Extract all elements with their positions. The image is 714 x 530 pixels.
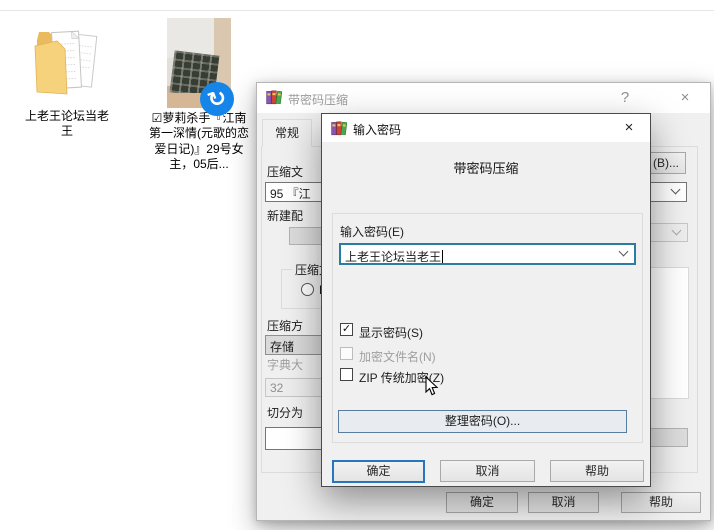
mouse-cursor — [425, 376, 439, 399]
enter-password-dialog: 输入密码 × 带密码压缩 输入密码(E) 上老王论坛当老王 ✓ 显示密码(S) … — [321, 113, 651, 487]
folder-icon — [30, 22, 104, 106]
main-cancel-button[interactable]: 取消 — [528, 492, 599, 513]
main-help-button[interactable]: 帮助 — [621, 492, 701, 513]
password-dialog-heading: 带密码压缩 — [322, 158, 650, 177]
desktop: { "glyphs": { "help": "?", "close": "×",… — [0, 0, 714, 530]
folder-label: 上老王论坛当老王 — [22, 109, 112, 140]
video-label: ☑萝莉杀手『江南第一深情(元歌的恋爱日记)』29号女主，05后... — [148, 111, 250, 172]
organize-passwords-button[interactable]: 整理密码(O)... — [338, 410, 627, 433]
close-icon[interactable]: × — [618, 118, 640, 138]
password-dialog-title: 输入密码 — [353, 121, 401, 138]
window-edge-divider — [0, 10, 714, 11]
desktop-video-item[interactable]: ↻ ☑萝莉杀手『江南第一深情(元歌的恋爱日记)』29号女主，05后... — [146, 18, 252, 172]
password-ok-button[interactable]: 确定 — [332, 460, 425, 483]
text-caret — [442, 250, 443, 263]
zip-legacy-checkbox[interactable] — [340, 368, 353, 381]
encrypt-filenames-checkbox — [340, 347, 353, 360]
download-overlay-icon: ↻ — [200, 82, 234, 116]
check-icon: ✓ — [342, 323, 351, 335]
encrypt-filenames-label: 加密文件名(N) — [359, 348, 436, 365]
show-password-checkbox[interactable]: ✓ — [340, 323, 353, 336]
password-help-button[interactable]: 帮助 — [550, 460, 644, 482]
desktop-folder-item[interactable]: 上老王论坛当老王 — [17, 22, 117, 140]
password-input[interactable]: 上老王论坛当老王 — [339, 243, 636, 265]
winrar-icon — [331, 121, 347, 136]
password-cancel-button[interactable]: 取消 — [440, 460, 535, 482]
chevron-down-icon[interactable] — [619, 247, 629, 257]
show-password-label: 显示密码(S) — [359, 324, 423, 341]
main-ok-button[interactable]: 确定 — [446, 492, 518, 513]
tab-general[interactable]: 常规 — [262, 119, 312, 147]
password-input-label: 输入密码(E) — [340, 223, 404, 240]
video-thumbnail: ↻ — [167, 18, 231, 108]
password-dialog-titlebar[interactable]: 输入密码 × — [322, 114, 650, 142]
